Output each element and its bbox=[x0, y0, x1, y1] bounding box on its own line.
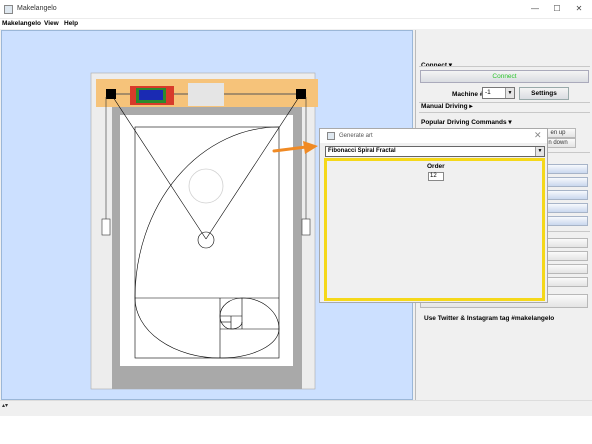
machine-value: -1 bbox=[485, 89, 491, 96]
title-bar: Makelangelo — ☐ ✕ bbox=[0, 0, 592, 19]
scroll-toggle[interactable]: ▴▾ bbox=[2, 402, 8, 409]
hashtag-text: Use Twitter & Instagram tag #makelangelo bbox=[424, 315, 555, 322]
maximize-button[interactable]: ☐ bbox=[550, 3, 564, 15]
machine-select[interactable]: -1 ▼ bbox=[482, 87, 515, 99]
app-icon bbox=[4, 5, 13, 14]
menu-help[interactable]: Help bbox=[64, 20, 78, 27]
dialog-title: Generate art bbox=[339, 133, 373, 139]
order-input[interactable]: 12 bbox=[428, 172, 444, 181]
chevron-down-icon[interactable]: ▼ bbox=[505, 88, 514, 98]
minimize-button[interactable]: — bbox=[528, 3, 542, 15]
divider bbox=[419, 112, 590, 113]
status-bar: ▴▾ bbox=[0, 400, 592, 416]
menu-view[interactable]: View bbox=[44, 20, 59, 27]
close-button[interactable]: ✕ bbox=[572, 3, 586, 15]
connect-button[interactable]: Connect bbox=[420, 70, 589, 83]
connect-section-header[interactable]: Connect ▾ bbox=[421, 61, 452, 69]
generate-art-dialog: Generate art ✕ Fibonacci Spiral Fractal … bbox=[319, 128, 548, 303]
dialog-title-bar: Generate art ✕ bbox=[320, 129, 547, 143]
settings-button[interactable]: Settings bbox=[519, 87, 569, 100]
generator-select[interactable]: Fibonacci Spiral Fractal ▼ bbox=[325, 146, 545, 157]
chevron-down-icon[interactable]: ▼ bbox=[535, 147, 544, 156]
menu-bar: Makelangelo View Help bbox=[0, 19, 592, 29]
order-label: Order bbox=[427, 163, 445, 170]
menu-makelangelo[interactable]: Makelangelo bbox=[2, 20, 41, 27]
generator-options-panel: Order 12 bbox=[324, 158, 545, 301]
window-title: Makelangelo bbox=[17, 5, 57, 12]
divider bbox=[419, 66, 590, 67]
generator-value: Fibonacci Spiral Fractal bbox=[328, 148, 396, 154]
annotation-arrow bbox=[272, 141, 318, 154]
app-icon bbox=[327, 132, 335, 140]
popular-commands-header[interactable]: Popular Driving Commands ▾ bbox=[421, 118, 512, 126]
machine-label: Machine # bbox=[452, 91, 484, 98]
close-icon[interactable]: ✕ bbox=[534, 130, 542, 141]
manual-driving-header[interactable]: Manual Driving ▸ bbox=[421, 102, 473, 110]
